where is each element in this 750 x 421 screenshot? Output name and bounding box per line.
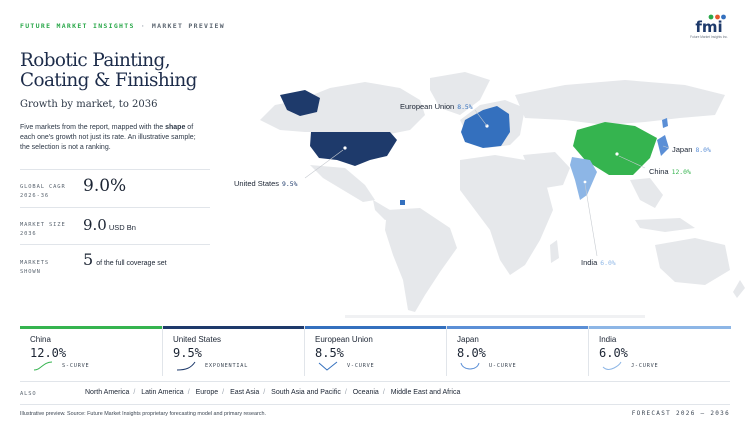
fmi-logo-mark: fmi	[695, 14, 726, 34]
world-map	[225, 60, 750, 318]
region-link[interactable]: Latin America	[141, 389, 183, 396]
stat-value: 9.0%	[83, 176, 127, 196]
source-note: Illustrative preview. Source: Future Mar…	[20, 411, 266, 417]
us-marker-dot	[343, 146, 347, 150]
card-color-bar	[589, 326, 731, 329]
region-link[interactable]: Oceania	[353, 389, 379, 396]
divider	[20, 404, 730, 405]
australia-landmass	[655, 238, 730, 285]
forecast-period: FORECAST 2026 – 2036	[631, 410, 730, 417]
card-growth-shape: V-CURVE	[347, 363, 375, 369]
stat-unit: USD Bn	[108, 223, 136, 232]
card-color-bar	[305, 326, 447, 329]
region-link[interactable]: North America	[85, 389, 129, 396]
map-label-united-states: United States 9.5%	[234, 179, 298, 188]
map-label-pct: 6.0%	[600, 259, 616, 267]
u-curve-icon	[460, 362, 480, 370]
market-card-india[interactable]: India 6.0% J-CURVE	[588, 326, 731, 376]
intro-before: Five markets from the report, mapped wit…	[20, 124, 166, 131]
region-link[interactable]: Middle East and Africa	[391, 389, 461, 396]
market-card-european-union[interactable]: European Union 8.5% V-CURVE	[304, 326, 447, 376]
intro-text: Five markets from the report, mapped wit…	[20, 123, 198, 154]
china-marker-dot	[615, 152, 619, 156]
map-label-pct: 12.0%	[671, 168, 691, 176]
s-curve-icon	[33, 361, 53, 371]
stat-markets-shown: MARKETS SHOWN 5 of the full coverage set	[20, 244, 210, 284]
map-label-pct: 8.0%	[695, 146, 711, 154]
card-market-cagr: 12.0%	[30, 346, 67, 360]
page-subtitle: Growth by market, to 2036	[20, 99, 158, 110]
report-kind: MARKET PREVIEW	[151, 22, 225, 30]
top-eyebrow: FUTURE MARKET INSIGHTS · MARKET PREVIEW	[20, 22, 225, 30]
card-market-name: India	[599, 335, 617, 344]
logo-tagline: Future Market Insights Inc.	[690, 35, 728, 39]
card-color-bar	[20, 326, 162, 329]
card-growth-shape: EXPONENTIAL	[205, 363, 249, 369]
eyebrow-separator: ·	[140, 22, 146, 30]
stat-value: 5 of the full coverage set	[83, 250, 167, 269]
stat-label: MARKET SIZE 2036	[20, 222, 66, 237]
divider	[20, 381, 730, 382]
stat-value: 9.0 USD Bn	[83, 216, 136, 234]
japan-region	[657, 135, 669, 156]
fmi-logo[interactable]: fmi Future Market Insights Inc.	[686, 14, 732, 42]
brand-name: FUTURE MARKET INSIGHTS	[20, 22, 135, 30]
page-title: Robotic Painting, Coating & Finishing	[20, 50, 197, 91]
also-region-list: North America / Latin America / Europe / Ea…	[85, 389, 461, 396]
map-label-japan: Japan 8.0%	[672, 145, 711, 154]
card-market-cagr: 8.0%	[457, 346, 486, 360]
logo-text: fmi	[695, 18, 722, 34]
card-color-bar	[447, 326, 589, 329]
card-market-name: Japan	[457, 335, 479, 344]
southeast-asia	[630, 178, 663, 208]
stat-label: GLOBAL CAGR 2026-36	[20, 184, 66, 199]
region-link[interactable]: Europe	[196, 389, 219, 396]
card-market-cagr: 6.0%	[599, 346, 628, 360]
intro-bold: shape	[165, 124, 186, 131]
region-link[interactable]: East Asia	[230, 389, 259, 396]
card-market-name: United States	[173, 335, 222, 344]
map-label-china: China 12.0%	[649, 167, 691, 176]
russia-landmass	[515, 80, 725, 125]
card-growth-shape: U-CURVE	[489, 363, 517, 369]
map-label-pct: 8.5%	[457, 103, 473, 111]
map-label-india: India 6.0%	[581, 258, 616, 267]
world-map-svg	[260, 72, 745, 318]
exponential-curve-icon	[176, 361, 196, 371]
caribbean-marker	[400, 200, 405, 205]
stat-market-size: MARKET SIZE 2036 9.0 USD Bn	[20, 207, 210, 244]
v-curve-icon	[318, 361, 338, 371]
market-card-united-states[interactable]: United States 9.5% EXPONENTIAL	[162, 326, 305, 376]
new-zealand	[733, 280, 745, 298]
india-marker-dot	[583, 180, 587, 184]
also-label: ALSO	[20, 391, 37, 397]
region-link[interactable]: South Asia and Pacific	[271, 389, 341, 396]
stat-note: of the full coverage set	[96, 260, 167, 267]
map-label-pct: 9.5%	[282, 180, 298, 188]
india-leader-line	[584, 183, 598, 257]
card-growth-shape: S-CURVE	[62, 363, 90, 369]
united-states-region	[310, 132, 397, 166]
market-cards: China 12.0% S-CURVE United States 9.5% E…	[20, 326, 731, 376]
indonesia	[635, 218, 695, 232]
european-union-region	[461, 106, 510, 148]
antarctica-sliver	[345, 315, 645, 318]
card-market-name: China	[30, 335, 51, 344]
j-curve-icon	[602, 361, 622, 370]
card-market-cagr: 9.5%	[173, 346, 202, 360]
card-market-cagr: 8.5%	[315, 346, 344, 360]
madagascar	[550, 240, 559, 263]
stat-global-cagr: GLOBAL CAGR 2026-36 9.0%	[20, 169, 210, 207]
market-card-japan[interactable]: Japan 8.0% U-CURVE	[446, 326, 589, 376]
card-growth-shape: J-CURVE	[631, 363, 659, 369]
market-card-china[interactable]: China 12.0% S-CURVE	[20, 326, 162, 376]
card-color-bar	[163, 326, 305, 329]
mexico-landmass	[310, 165, 375, 202]
card-market-name: European Union	[315, 335, 373, 344]
stat-label: MARKETS SHOWN	[20, 260, 50, 275]
south-america-landmass	[385, 208, 457, 312]
map-label-european-union: European Union 8.5%	[400, 102, 473, 111]
